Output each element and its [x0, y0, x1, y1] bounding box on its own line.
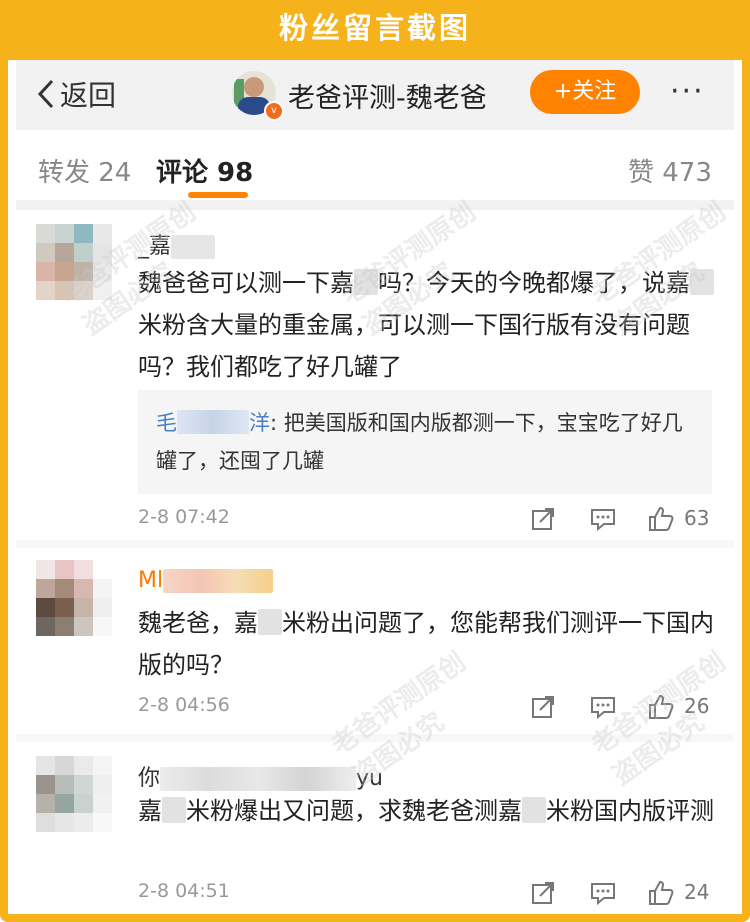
- comment-text-part: 嘉: [138, 797, 162, 825]
- nav-bar: 返回 v 老爸评测-魏老爸 +关注 ···: [16, 60, 734, 130]
- comment-time: 2-8 04:56: [138, 694, 230, 716]
- username-start: 你: [138, 766, 161, 791]
- commenter-avatar[interactable]: [36, 224, 112, 300]
- comment-item: Ml 魏老爸，嘉 米粉出问题了，您能帮我们测评一下国内版的吗？ 2-8 04:56…: [16, 548, 734, 734]
- comment-text-part: 米粉含大量的重金属，可以测一下国行版有没有问题吗？我们都吃了好几罐了: [138, 311, 690, 381]
- share-icon[interactable]: [530, 506, 556, 532]
- comment-item: _嘉 魏爸爸可以测一下嘉 吗？今天的今晚都爆了，说嘉米粉含大量的重金属，可以测一下…: [16, 210, 734, 540]
- comment-text: 魏老爸，嘉 米粉出问题了，您能帮我们测评一下国内版的吗？: [138, 602, 724, 686]
- username-mosaic: [171, 235, 216, 259]
- reply-icon[interactable]: [590, 694, 616, 720]
- section-divider: [16, 200, 734, 210]
- comment-text-part: 吗？今天的今晚都爆了，说嘉: [378, 269, 690, 297]
- account-name[interactable]: 老爸评测-魏老爸: [288, 76, 487, 115]
- reply-username[interactable]: 毛洋: [156, 410, 270, 435]
- tab-repost[interactable]: 转发 24: [38, 152, 131, 189]
- username-text: _嘉: [138, 234, 172, 259]
- username-mosaic: [177, 410, 249, 434]
- comment-text: 魏爸爸可以测一下嘉 吗？今天的今晚都爆了，说嘉米粉含大量的重金属，可以测一下国行版…: [138, 262, 724, 388]
- username-mosaic: [163, 569, 274, 593]
- tab-likes[interactable]: 赞 473: [628, 152, 712, 189]
- more-menu-icon[interactable]: ···: [670, 74, 705, 109]
- comment-time: 2-8 04:51: [138, 880, 230, 902]
- reply-username-start: 毛: [156, 411, 177, 435]
- active-tab-indicator: [188, 192, 248, 198]
- tab-comments[interactable]: 评论 98: [156, 152, 253, 189]
- comment-time: 2-8 07:42: [138, 506, 230, 528]
- tab-bar: 转发 24 评论 98 赞 473: [16, 130, 734, 200]
- like-count: 24: [684, 880, 710, 904]
- censor-mask: [690, 269, 714, 295]
- reply-box[interactable]: 毛洋: 把美国版和国内版都测一下，宝宝吃了好几罐了，还囤了几罐: [138, 390, 712, 494]
- verified-badge-icon: v: [264, 101, 284, 121]
- comment-divider: [16, 734, 734, 742]
- comment-meta: 2-8 07:42 63: [138, 506, 724, 536]
- follow-button[interactable]: +关注: [530, 70, 640, 114]
- reply-username-end: 洋: [249, 411, 270, 435]
- username-end: yu: [356, 766, 383, 791]
- comment-text: 嘉米粉爆出又问题，求魏老爸测嘉 米粉国内版评测: [138, 790, 724, 832]
- censor-mask: [162, 797, 186, 823]
- chevron-left-icon: [37, 79, 54, 109]
- back-label: 返回: [60, 79, 117, 112]
- share-icon[interactable]: [530, 694, 556, 720]
- reply-icon[interactable]: [590, 880, 616, 906]
- avatar-face: [244, 77, 264, 97]
- commenter-username[interactable]: Ml: [138, 568, 274, 593]
- username-text: Ml: [138, 568, 164, 593]
- commenter-avatar[interactable]: [36, 560, 112, 636]
- like-count: 63: [684, 506, 710, 530]
- censor-mask: [354, 269, 378, 295]
- commenter-username[interactable]: _嘉: [138, 228, 216, 260]
- censor-mask: [522, 797, 546, 823]
- like-icon[interactable]: [648, 506, 674, 532]
- share-icon[interactable]: [530, 880, 556, 906]
- comment-text-part: 魏老爸，嘉: [138, 609, 258, 637]
- censor-mask: [258, 609, 282, 635]
- like-icon[interactable]: [648, 694, 674, 720]
- caption-title: 粉丝留言截图: [223, 0, 527, 60]
- back-button[interactable]: 返回: [36, 74, 116, 114]
- username-mosaic: [160, 767, 357, 791]
- comment-meta: 2-8 04:51 24: [138, 880, 724, 910]
- comment-item: 你 yu 嘉米粉爆出又问题，求魏老爸测嘉 米粉国内版评测 2-8 04:51 24: [16, 742, 734, 912]
- comment-text-part: 魏爸爸可以测一下嘉: [138, 269, 354, 297]
- like-icon[interactable]: [648, 880, 674, 906]
- reply-icon[interactable]: [590, 506, 616, 532]
- comment-meta: 2-8 04:56 26: [138, 694, 724, 724]
- like-count: 26: [684, 694, 710, 718]
- comment-text-part: 米粉爆出又问题，求魏老爸测嘉: [186, 797, 522, 825]
- comment-text-part: 米粉国内版评测: [546, 797, 714, 825]
- comment-divider: [16, 540, 734, 548]
- commenter-avatar[interactable]: [36, 756, 112, 832]
- commenter-username[interactable]: 你 yu: [138, 760, 383, 792]
